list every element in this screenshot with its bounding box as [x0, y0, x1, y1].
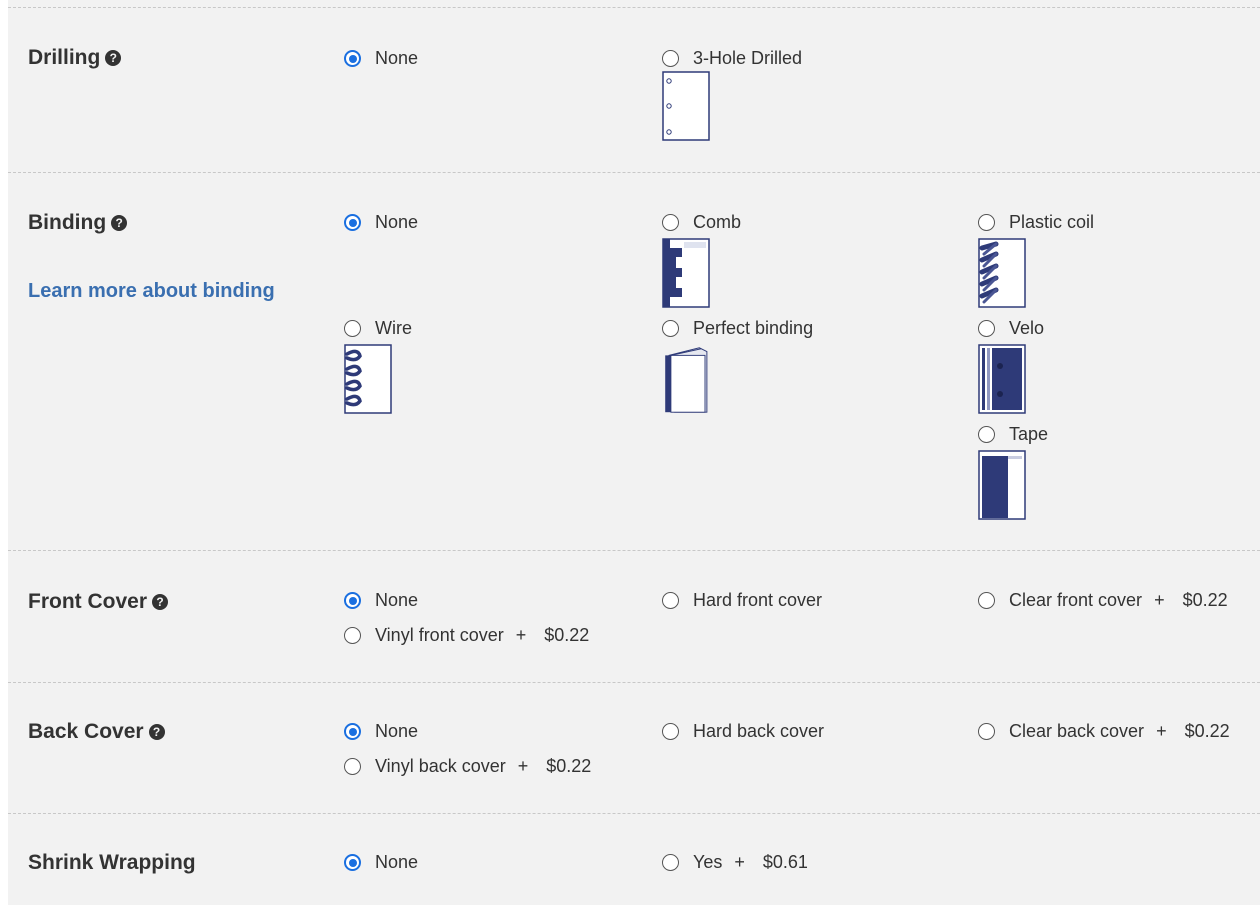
radio-unselected[interactable] — [978, 723, 995, 740]
section-divider — [8, 682, 1260, 683]
radio-unselected[interactable] — [662, 854, 679, 871]
radio-unselected[interactable] — [344, 758, 361, 775]
section-divider — [8, 550, 1260, 551]
option-price: $0.61 — [762, 852, 808, 872]
option-label: None — [375, 721, 419, 741]
radio-unselected[interactable] — [978, 426, 995, 443]
radio-selected[interactable] — [344, 592, 361, 609]
option-label: Comb — [693, 212, 742, 232]
perfect-binding-icon — [665, 347, 708, 413]
option-price: $0.22 — [544, 625, 590, 645]
front-cover-label-text: Front Cover — [28, 590, 148, 613]
option-label: Clear back cover — [1009, 721, 1145, 741]
section-divider — [8, 7, 1260, 8]
drilling-option-3-hole[interactable]: 3-Hole Drilled — [662, 48, 802, 69]
radio-unselected[interactable] — [662, 320, 679, 337]
binding-label-text: Binding — [28, 211, 107, 234]
back-cover-option-clear[interactable]: Clear back cover + $0.22 — [978, 721, 1230, 742]
three-hole-drilled-icon — [662, 71, 710, 141]
option-label: Perfect binding — [693, 318, 814, 338]
binding-label: Binding? — [28, 211, 128, 235]
radio-selected[interactable] — [344, 50, 361, 67]
radio-unselected[interactable] — [662, 592, 679, 609]
option-label: Wire — [375, 318, 412, 338]
shrink-wrapping-label-text: Shrink Wrapping — [28, 851, 196, 874]
radio-unselected[interactable] — [344, 320, 361, 337]
option-label: Tape — [1009, 424, 1049, 444]
question-circle-icon[interactable]: ? — [111, 215, 128, 231]
binding-option-tape[interactable]: Tape — [978, 424, 1048, 445]
option-label: Velo — [1009, 318, 1045, 338]
radio-unselected[interactable] — [344, 627, 361, 644]
option-label: Hard back cover — [693, 721, 825, 741]
front-cover-option-clear[interactable]: Clear front cover + $0.22 — [978, 590, 1228, 611]
back-cover-label-text: Back Cover — [28, 720, 144, 743]
drilling-label: Drilling? — [28, 46, 122, 70]
binding-option-none[interactable]: None — [344, 212, 418, 233]
option-price: $0.22 — [1182, 590, 1228, 610]
question-circle-icon[interactable]: ? — [148, 724, 165, 740]
front-cover-option-vinyl[interactable]: Vinyl front cover + $0.22 — [344, 625, 589, 646]
shrink-wrapping-label: Shrink Wrapping — [28, 851, 196, 875]
option-label: 3-Hole Drilled — [693, 48, 803, 68]
binding-option-perfect-binding[interactable]: Perfect binding — [662, 318, 813, 339]
binding-option-plastic-coil[interactable]: Plastic coil — [978, 212, 1094, 233]
radio-unselected[interactable] — [978, 320, 995, 337]
radio-selected[interactable] — [344, 723, 361, 740]
plus-sign: + — [1154, 590, 1165, 610]
radio-unselected[interactable] — [978, 592, 995, 609]
back-cover-option-hard[interactable]: Hard back cover — [662, 721, 824, 742]
drilling-label-text: Drilling — [28, 46, 101, 69]
option-label: None — [375, 212, 419, 232]
option-label: Clear front cover — [1009, 590, 1143, 610]
radio-selected[interactable] — [344, 214, 361, 231]
front-cover-label: Front Cover? — [28, 590, 169, 614]
radio-unselected[interactable] — [662, 214, 679, 231]
option-label: None — [375, 48, 419, 68]
option-price: $0.22 — [1184, 721, 1230, 741]
front-cover-option-hard[interactable]: Hard front cover — [662, 590, 822, 611]
option-label: None — [375, 590, 419, 610]
section-divider — [8, 172, 1260, 173]
option-label: None — [375, 852, 419, 872]
back-cover-option-none[interactable]: None — [344, 721, 418, 742]
shrink-wrapping-option-none[interactable]: None — [344, 852, 418, 873]
option-label: Yes — [693, 852, 723, 872]
option-price: $0.22 — [546, 756, 592, 776]
front-cover-option-none[interactable]: None — [344, 590, 418, 611]
print-options-panel: Drilling? None 3-Hole Drilled Binding? L… — [8, 0, 1260, 905]
plus-sign: + — [517, 756, 529, 776]
option-label: Plastic coil — [1009, 212, 1095, 232]
plus-sign: + — [734, 852, 745, 872]
back-cover-option-vinyl[interactable]: Vinyl back cover + $0.22 — [344, 756, 591, 777]
radio-unselected[interactable] — [662, 723, 679, 740]
plus-sign: + — [1156, 721, 1167, 741]
option-label: Vinyl back cover — [375, 756, 506, 776]
plastic-coil-binding-icon — [978, 238, 1026, 308]
shrink-wrapping-option-yes[interactable]: Yes + $0.61 — [662, 852, 808, 873]
radio-selected[interactable] — [344, 854, 361, 871]
plus-sign: + — [515, 625, 527, 645]
option-label: Vinyl front cover — [375, 625, 504, 645]
question-circle-icon[interactable]: ? — [105, 50, 122, 66]
binding-option-velo[interactable]: Velo — [978, 318, 1044, 339]
binding-option-comb[interactable]: Comb — [662, 212, 741, 233]
comb-binding-icon — [662, 238, 710, 308]
section-divider — [8, 813, 1260, 814]
option-label: Hard front cover — [693, 590, 823, 610]
tape-binding-icon — [978, 450, 1026, 520]
radio-unselected[interactable] — [662, 50, 679, 67]
binding-option-wire[interactable]: Wire — [344, 318, 412, 339]
back-cover-label: Back Cover? — [28, 720, 165, 744]
question-circle-icon[interactable]: ? — [152, 594, 169, 610]
velo-binding-icon — [978, 344, 1026, 414]
radio-unselected[interactable] — [978, 214, 995, 231]
wire-binding-icon — [344, 344, 392, 414]
learn-more-binding-link[interactable]: Learn more about binding — [28, 280, 275, 303]
drilling-option-none[interactable]: None — [344, 48, 418, 69]
